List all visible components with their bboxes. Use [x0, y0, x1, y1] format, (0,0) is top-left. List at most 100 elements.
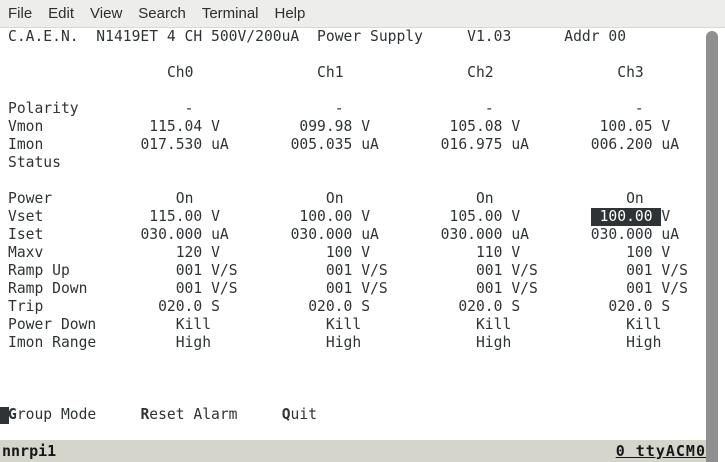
hotkey-letter: G [8, 406, 17, 423]
cell-vmon-ch2: 105.08 [441, 118, 503, 136]
cell-ramp_down-ch1: 001 [291, 280, 353, 298]
column-header-ch2: Ch2 [467, 64, 493, 82]
cell-power_down-ch0: Kill [176, 316, 211, 334]
unit-iset-ch2: uA [511, 226, 529, 244]
cell-power_down-ch1: Kill [326, 316, 361, 334]
footer-command-quit[interactable]: Quit [282, 406, 317, 424]
unit-ramp_up-ch3: V/S [661, 262, 687, 280]
menu-item-view[interactable]: View [82, 0, 130, 27]
row-label-maxv: Maxv [8, 244, 43, 262]
unit-trip-ch0: S [211, 298, 220, 316]
menu-item-search[interactable]: Search [130, 0, 194, 27]
scrollbar[interactable] [707, 28, 725, 462]
title-product: Power Supply [317, 28, 423, 46]
cell-vmon-ch1: 099.98 [291, 118, 353, 136]
unit-vmon-ch1: V [361, 118, 370, 136]
row-label-vmon: Vmon [8, 118, 43, 136]
cell-iset-ch1: 030.000 [291, 226, 353, 244]
unit-ramp_up-ch1: V/S [361, 262, 387, 280]
column-header-ch1: Ch1 [317, 64, 343, 82]
cursor-block [0, 407, 9, 425]
unit-imon-ch1: uA [361, 136, 379, 154]
unit-ramp_up-ch0: V/S [211, 262, 237, 280]
status-hostname: nnrpi1 [0, 441, 56, 462]
command-label: eset Alarm [149, 406, 237, 423]
hotkey-letter: Q [282, 406, 291, 423]
menu-item-file[interactable]: File [0, 0, 40, 27]
cell-imon_range-ch1: High [326, 334, 361, 352]
unit-vmon-ch3: V [661, 118, 670, 136]
cell-imon_range-ch3: High [626, 334, 661, 352]
status-window-title: 0 ttyACM0 [616, 441, 707, 462]
cell-imon-ch2: 016.975 [441, 136, 503, 154]
row-label-imon: Imon [8, 136, 43, 154]
cell-iset-ch3: 030.000 [591, 226, 653, 244]
column-header-ch3: Ch3 [617, 64, 643, 82]
cell-polarity-ch0: - [185, 100, 194, 118]
cell-maxv-ch3: 100 [591, 244, 653, 262]
row-label-polarity: Polarity [8, 100, 79, 118]
cell-power-ch1: On [326, 190, 344, 208]
row-label-trip: Trip [8, 298, 43, 316]
cell-ramp_down-ch2: 001 [441, 280, 503, 298]
cell-ramp_up-ch2: 001 [441, 262, 503, 280]
unit-iset-ch3: uA [661, 226, 679, 244]
unit-vset-ch2: V [511, 208, 520, 226]
cell-power_down-ch3: Kill [626, 316, 661, 334]
menu-bar: FileEditViewSearchTerminalHelp [0, 0, 725, 28]
cell-polarity-ch1: - [335, 100, 344, 118]
cell-maxv-ch0: 120 [140, 244, 202, 262]
unit-maxv-ch3: V [661, 244, 670, 262]
cell-vset-ch2: 105.00 [441, 208, 503, 226]
terminal-screen: C.A.E.N. N1419ET 4 CH 500V/200uA Power Sup… [0, 28, 725, 462]
cell-ramp_down-ch3: 001 [591, 280, 653, 298]
row-label-status: Status [8, 154, 61, 172]
title-brand: C.A.E.N. [8, 28, 79, 46]
cell-vmon-ch3: 100.05 [591, 118, 653, 136]
cell-vset-ch3-selected[interactable]: 100.00 [591, 208, 662, 226]
footer-command-group-mode[interactable]: Group Mode [8, 406, 96, 424]
row-label-iset: Iset [8, 226, 43, 244]
unit-iset-ch0: uA [211, 226, 229, 244]
unit-vmon-ch2: V [511, 118, 520, 136]
command-label: roup Mode [17, 406, 96, 423]
unit-trip-ch3: S [661, 298, 670, 316]
scrollbar-thumb[interactable] [706, 31, 718, 462]
unit-imon-ch2: uA [511, 136, 529, 154]
row-label-ramp_up: Ramp Up [8, 262, 70, 280]
cell-maxv-ch2: 110 [441, 244, 503, 262]
row-label-imon_range: Imon Range [8, 334, 96, 352]
unit-ramp_up-ch2: V/S [511, 262, 537, 280]
unit-maxv-ch0: V [211, 244, 220, 262]
title-address: Addr 00 [564, 28, 626, 46]
cell-polarity-ch3: - [635, 100, 644, 118]
unit-trip-ch1: S [361, 298, 370, 316]
column-header-ch0: Ch0 [167, 64, 193, 82]
row-label-vset: Vset [8, 208, 43, 226]
command-label: uit [291, 406, 317, 423]
unit-iset-ch1: uA [361, 226, 379, 244]
terminal-window: FileEditViewSearchTerminalHelp C.A.E.N. N… [0, 0, 725, 462]
footer-command-reset-alarm[interactable]: Reset Alarm [140, 406, 237, 424]
menu-item-edit[interactable]: Edit [40, 0, 82, 27]
unit-imon-ch3: uA [661, 136, 679, 154]
row-label-power: Power [8, 190, 52, 208]
cell-ramp_up-ch0: 001 [140, 262, 202, 280]
cell-imon-ch1: 005.035 [291, 136, 353, 154]
cell-trip-ch1: 020.0 [291, 298, 353, 316]
hotkey-letter: R [140, 406, 149, 423]
unit-vset-ch0: V [211, 208, 220, 226]
cell-ramp_up-ch3: 001 [591, 262, 653, 280]
row-label-ramp_down: Ramp Down [8, 280, 87, 298]
menu-item-help[interactable]: Help [267, 0, 314, 27]
status-bar: nnrpi1 0 ttyACM0 [0, 440, 707, 462]
menu-item-terminal[interactable]: Terminal [194, 0, 267, 27]
cell-trip-ch3: 020.0 [591, 298, 653, 316]
unit-ramp_down-ch0: V/S [211, 280, 237, 298]
cell-trip-ch2: 020.0 [441, 298, 503, 316]
title-version: V1.03 [467, 28, 511, 46]
cell-maxv-ch1: 100 [291, 244, 353, 262]
title-model: N1419ET 4 CH 500V/200uA [96, 28, 299, 46]
cell-imon_range-ch2: High [476, 334, 511, 352]
cell-power-ch2: On [476, 190, 494, 208]
